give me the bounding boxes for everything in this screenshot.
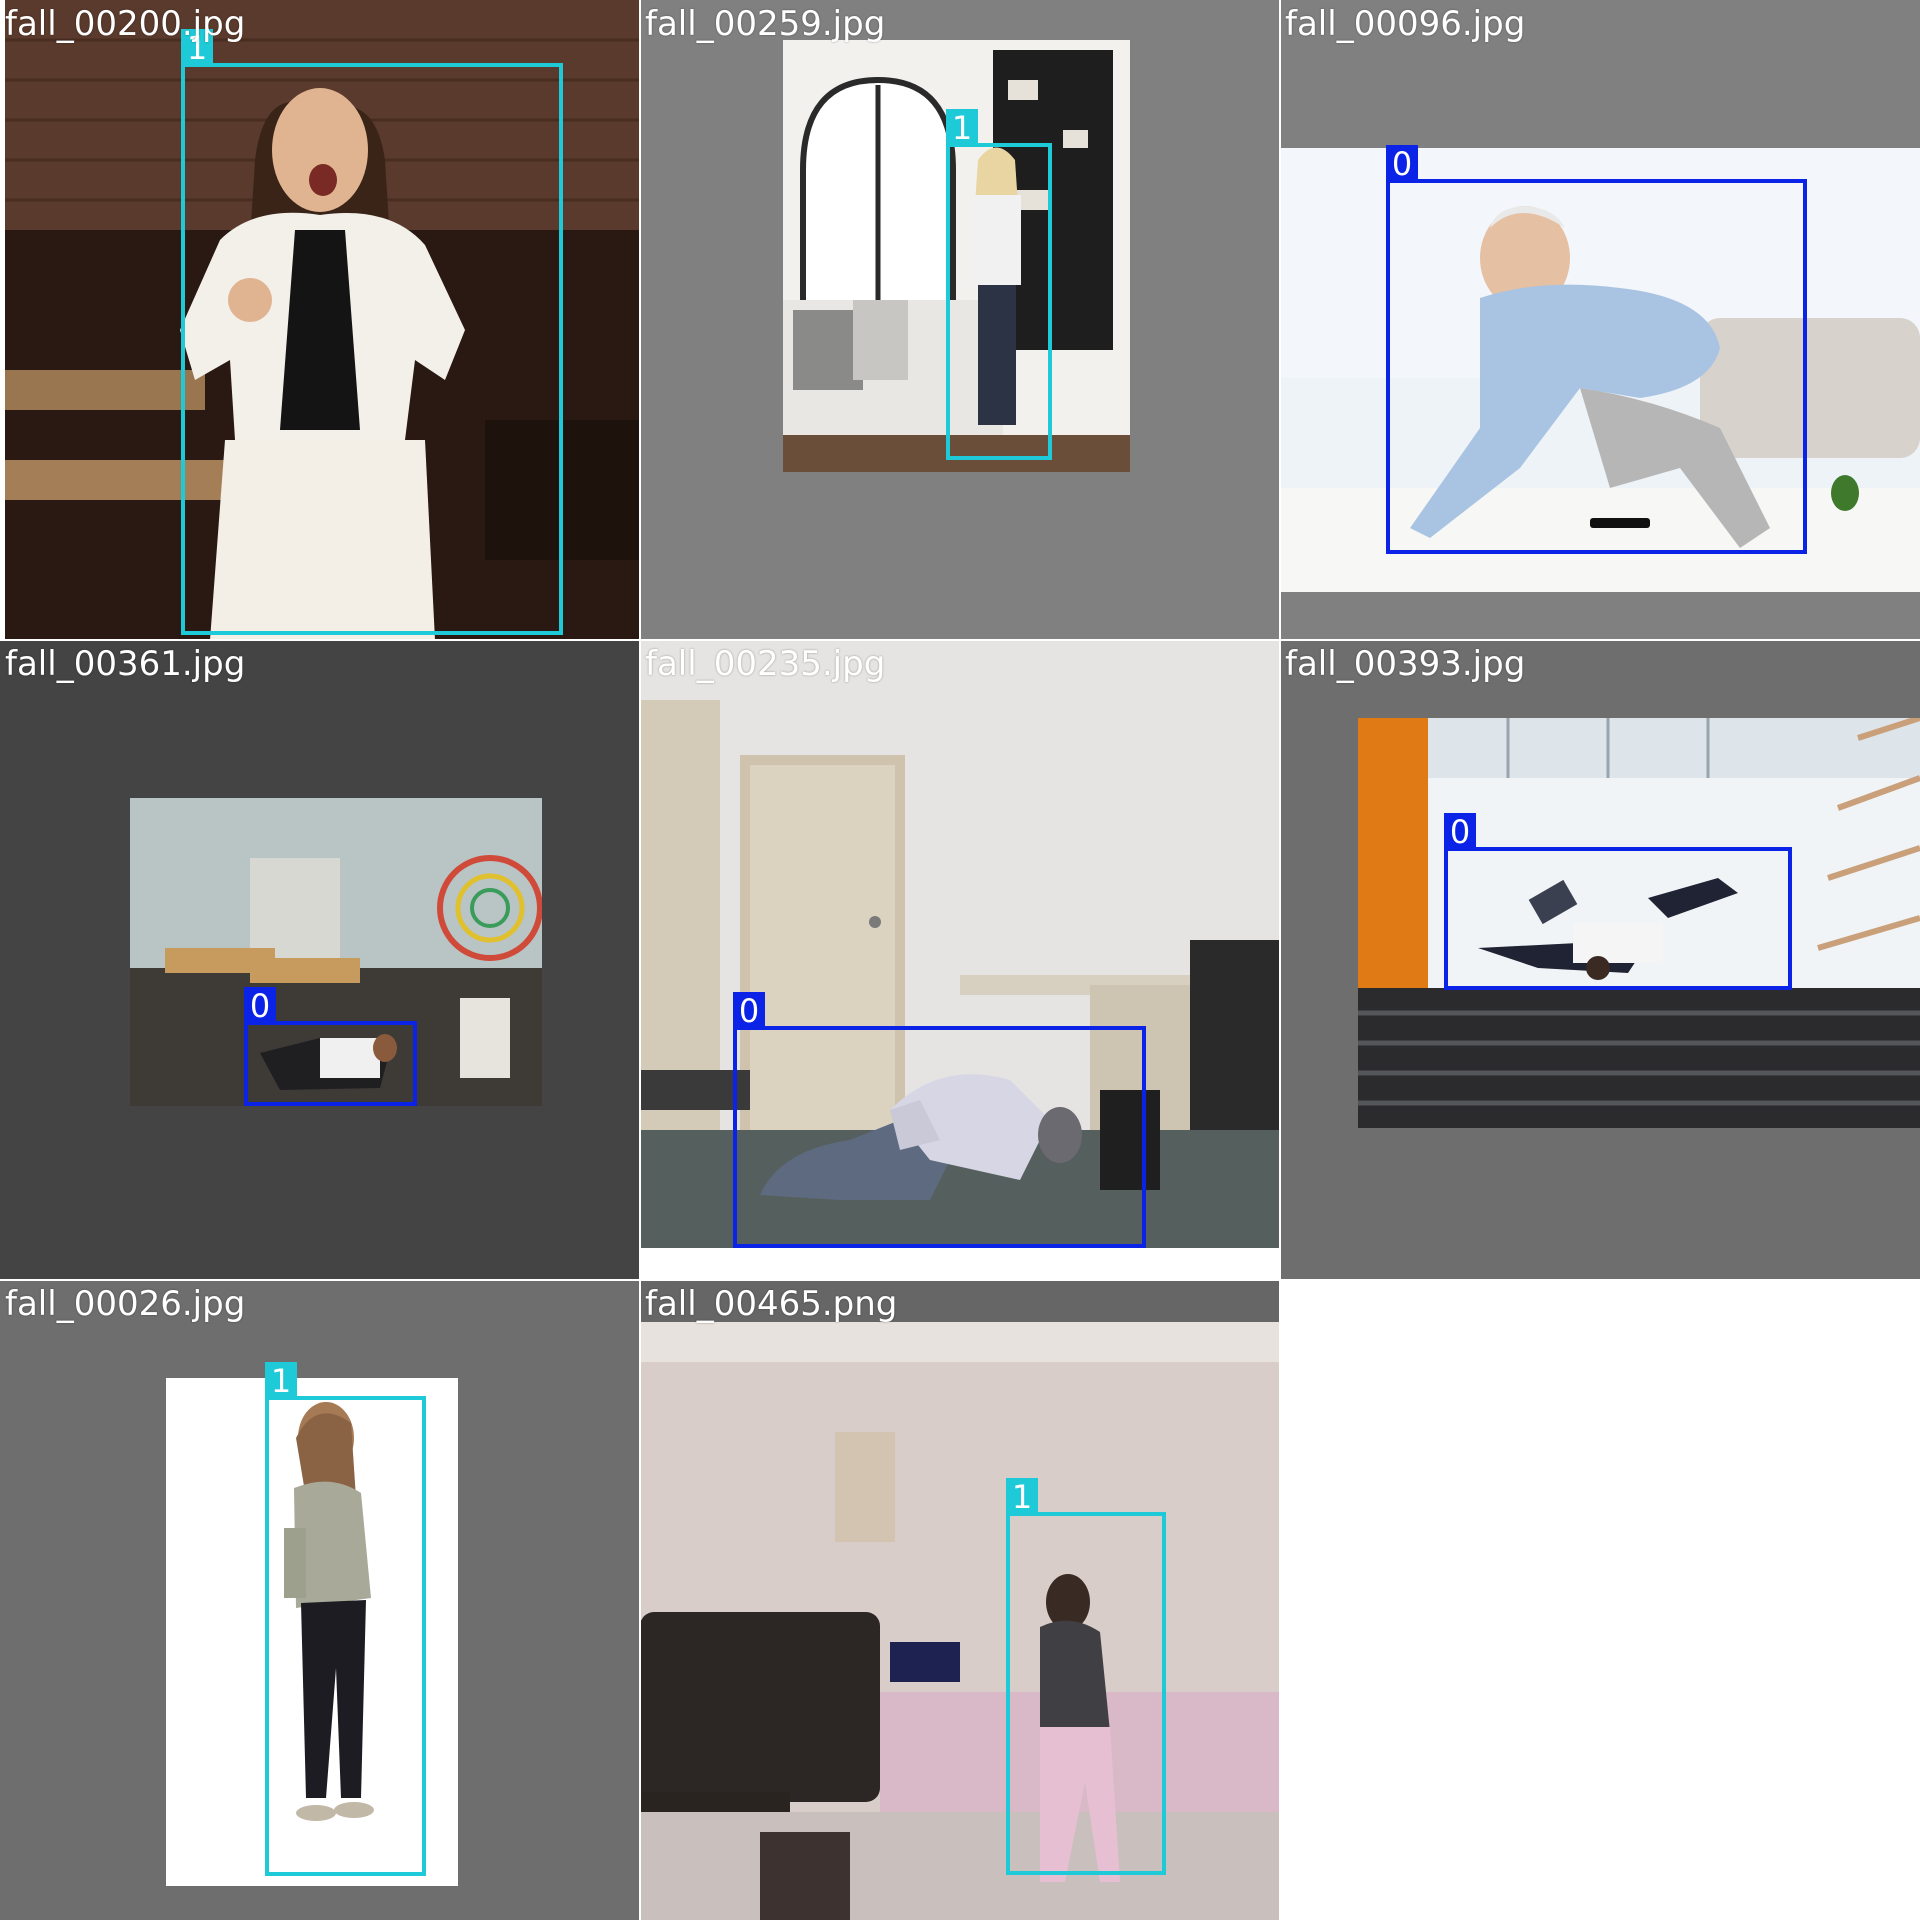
filename-caption: fall_00235.jpg xyxy=(645,644,886,684)
tile-fall-00361[interactable]: 0 fall_00361.jpg xyxy=(0,640,640,1280)
tile-fall-00393[interactable]: 0 fall_00393.jpg xyxy=(1280,640,1920,1280)
bbox-class-label: 1 xyxy=(946,109,978,147)
bbox-class-0: 0 xyxy=(244,987,417,1106)
bbox-class-1: 1 xyxy=(181,29,563,635)
bbox-class-label: 1 xyxy=(265,1362,297,1400)
grid-divider xyxy=(639,0,641,1920)
grid-divider xyxy=(0,639,1920,641)
tile-empty xyxy=(1280,1280,1920,1920)
tile-fall-00465[interactable]: 1 fall_00465.png xyxy=(640,1280,1280,1920)
bbox-class-label: 0 xyxy=(733,992,765,1030)
bbox-class-label: 1 xyxy=(1006,1478,1038,1516)
filename-caption: fall_00200.jpg xyxy=(5,4,246,44)
filename-caption: fall_00393.jpg xyxy=(1285,644,1526,684)
tile-fall-00200[interactable]: 1 fall_00200.jpg xyxy=(0,0,640,640)
bbox-class-1: 1 xyxy=(1006,1478,1166,1875)
bbox-class-0: 0 xyxy=(1444,813,1792,990)
bbox-class-1: 1 xyxy=(946,109,1052,460)
bbox-class-label: 0 xyxy=(1386,145,1418,183)
grid-divider xyxy=(0,1279,1920,1281)
bbox-class-1: 1 xyxy=(265,1362,426,1876)
filename-caption: fall_00259.jpg xyxy=(645,4,886,44)
filename-caption: fall_00096.jpg xyxy=(1285,4,1526,44)
bbox-class-0: 0 xyxy=(1386,145,1807,554)
tile-fall-00259[interactable]: 1 fall_00259.jpg xyxy=(640,0,1280,640)
bbox-class-label: 0 xyxy=(244,987,276,1025)
image-mosaic-grid: 1 fall_00200.jpg 1 fall_00259.jpg 0 fall… xyxy=(0,0,1920,1920)
bbox-class-0: 0 xyxy=(733,992,1146,1248)
grid-divider xyxy=(1279,0,1281,1920)
filename-caption: fall_00465.png xyxy=(645,1284,898,1324)
filename-caption: fall_00026.jpg xyxy=(5,1284,246,1324)
tile-fall-00235[interactable]: 0 fall_00235.jpg xyxy=(640,640,1280,1280)
filename-caption: fall_00361.jpg xyxy=(5,644,246,684)
bbox-class-label: 0 xyxy=(1444,813,1476,851)
tile-fall-00026[interactable]: 1 fall_00026.jpg xyxy=(0,1280,640,1920)
tile-fall-00096[interactable]: 0 fall_00096.jpg xyxy=(1280,0,1920,640)
photo-bedroom-woman-walking xyxy=(640,1322,1280,1920)
